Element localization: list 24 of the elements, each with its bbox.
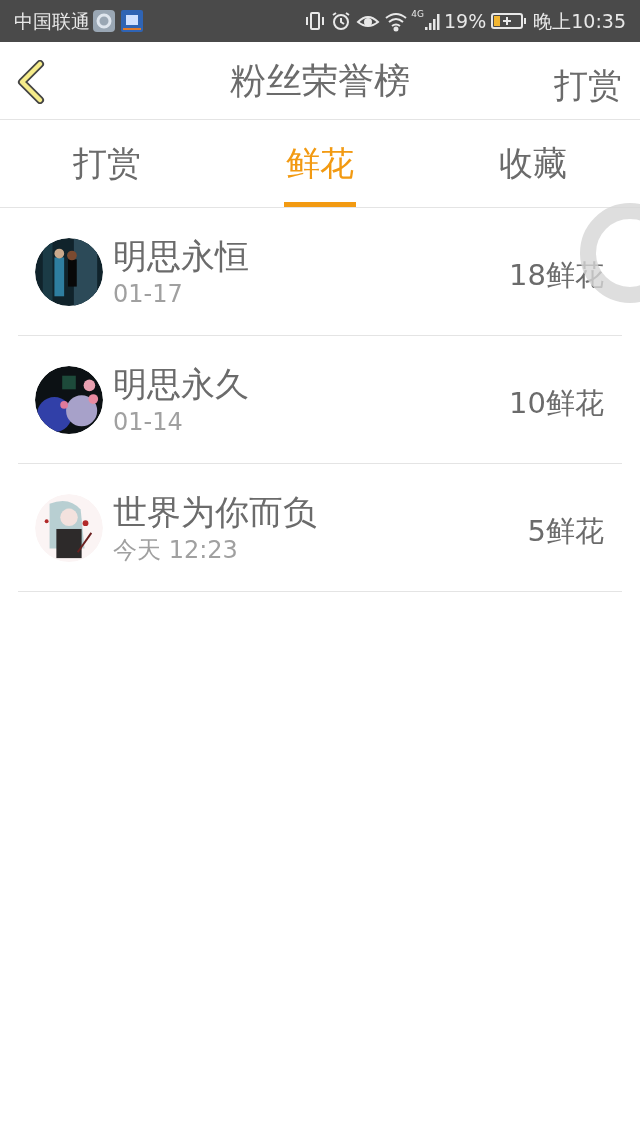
wifi-icon [384,10,409,32]
flower-count: 10鲜花 [509,384,604,422]
page-title: 粉丝荣誉榜 [230,58,410,103]
app-icon [93,10,115,32]
vibrate-icon [304,10,327,32]
clock-time: 晚上10:35 [533,8,626,34]
tab[interactable]: 收藏 [497,120,570,207]
reward-button[interactable]: 打赏 [554,60,622,111]
back-icon [16,60,46,104]
app-icon [121,10,143,32]
carrier-name: 中国联通 [14,8,90,34]
network-label: 4G [411,8,424,21]
tab[interactable]: 打赏 [70,120,143,207]
flower-count: 5鲜花 [527,512,604,550]
date-text: 今天 12:23 [113,534,239,566]
battery-icon [491,12,528,30]
user-name: 明思永恒 [113,234,250,278]
date-text: 01-14 [113,406,184,438]
flower-count: 18鲜花 [509,256,604,294]
user-name: 世界为你而负 [113,490,318,534]
signal-icon [424,11,442,31]
battery-percent: 19% [444,8,487,34]
user-name: 明思永久 [113,362,250,406]
date-text: 01-17 [113,278,184,310]
